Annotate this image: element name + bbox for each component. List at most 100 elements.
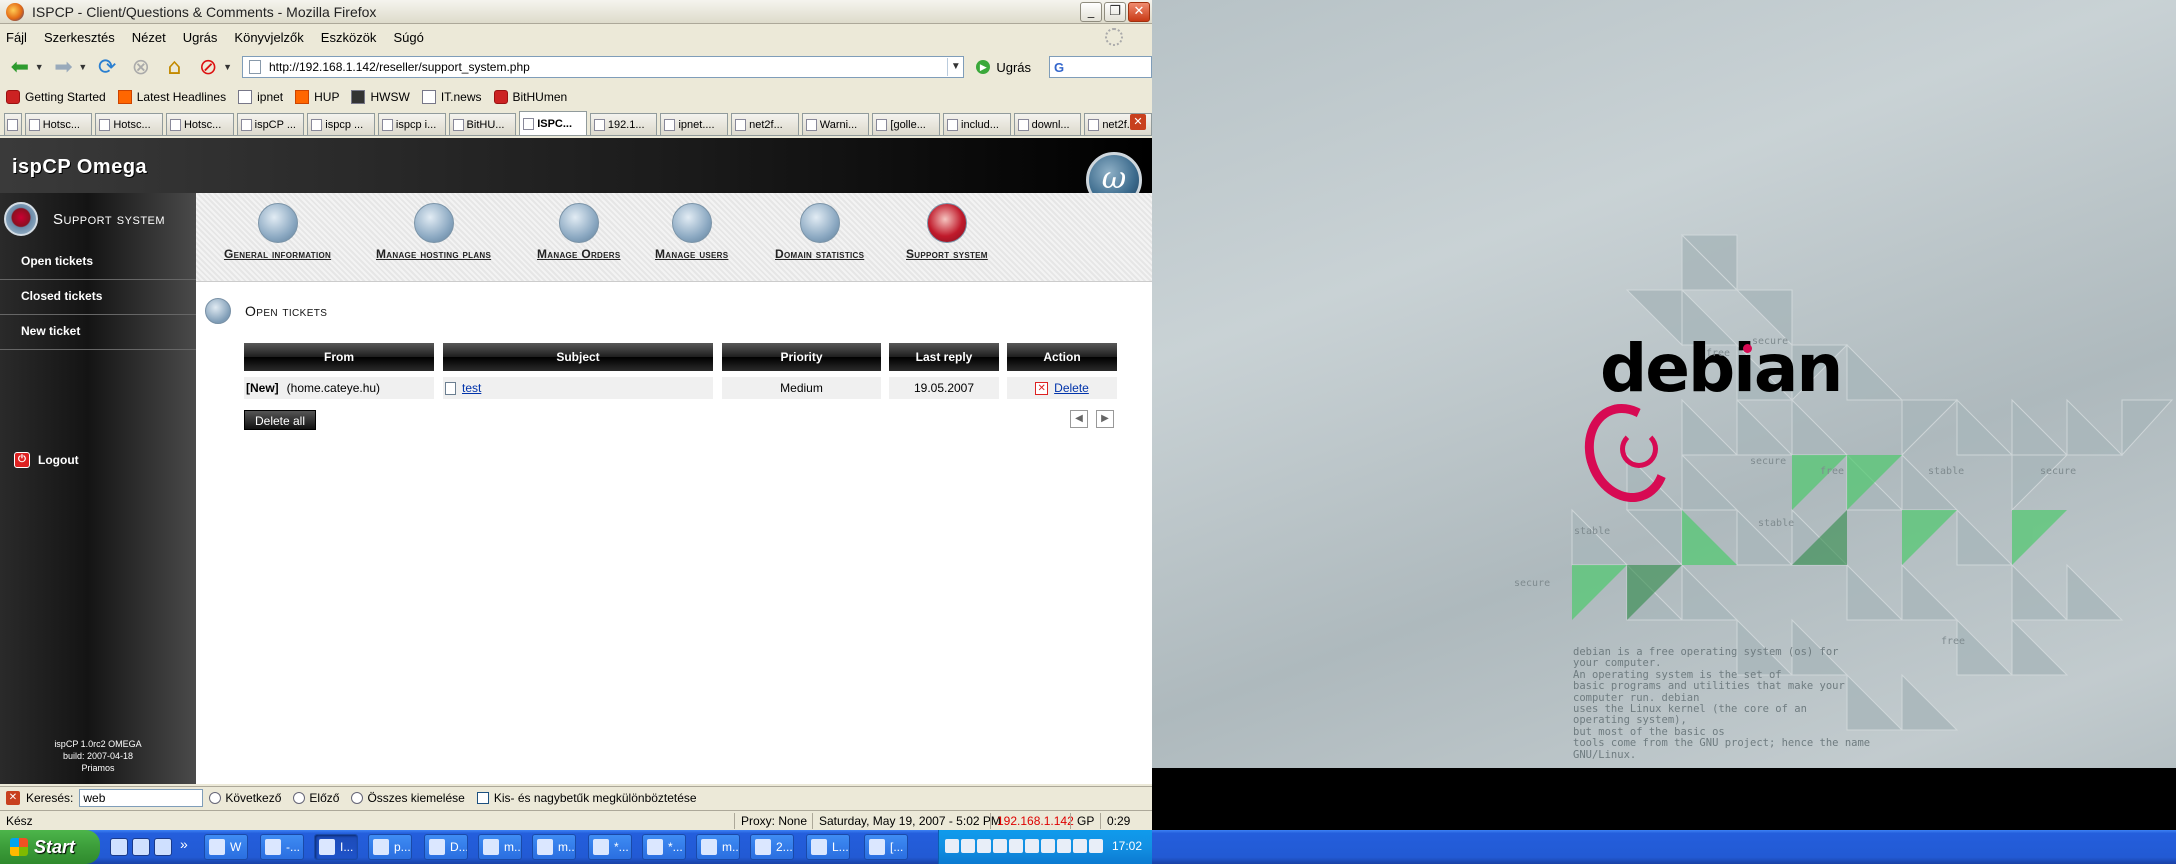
taskbar-button[interactable]: *... <box>588 834 632 860</box>
bookmark-hwsw[interactable]: HWSW <box>351 90 410 104</box>
tab-active[interactable]: ISPC... <box>519 111 587 135</box>
bookmark-itnews[interactable]: IT.news <box>421 90 482 104</box>
find-next-button[interactable]: Következő <box>209 791 281 805</box>
reload-icon[interactable]: ⟳ <box>93 53 121 81</box>
url-input[interactable]: http://192.168.1.142/reseller/support_sy… <box>269 60 947 74</box>
back-arrow-icon[interactable]: ⬅ <box>6 53 34 81</box>
forward-arrow-icon[interactable]: ➡ <box>50 53 78 81</box>
bookmark-ipnet[interactable]: ipnet <box>238 90 283 104</box>
menu-general-information[interactable]: General information <box>224 203 331 261</box>
highlight-all-button[interactable]: Összes kiemelése <box>351 791 465 805</box>
quicklaunch-firefox-icon[interactable] <box>132 838 150 856</box>
taskbar-button[interactable]: 2... <box>750 834 794 860</box>
taskbar-button[interactable]: D... <box>424 834 468 860</box>
tab[interactable]: Hotsc... <box>165 113 234 135</box>
find-input[interactable] <box>79 788 204 807</box>
menu-tools[interactable]: Eszközök <box>321 30 377 45</box>
quicklaunch-network-icon[interactable] <box>154 838 172 856</box>
logout-link[interactable]: ⏻ Logout <box>14 452 79 468</box>
close-button[interactable]: ✕ <box>1128 2 1150 22</box>
tab[interactable]: ispCP ... <box>236 113 305 135</box>
url-bar[interactable]: http://192.168.1.142/reseller/support_sy… <box>241 56 965 78</box>
taskbar-button[interactable]: W <box>204 834 248 860</box>
tab[interactable]: BitHU... <box>448 113 517 135</box>
tab[interactable]: Hotsc... <box>95 113 163 135</box>
bookmark-latest-headlines[interactable]: Latest Headlines <box>117 90 226 104</box>
taskbar-button[interactable]: -... <box>260 834 304 860</box>
taskbar-clock[interactable]: 17:02 <box>1112 839 1142 853</box>
search-input[interactable] <box>1064 60 1145 74</box>
taskbar-button[interactable]: m... <box>696 834 740 860</box>
menu-support-system[interactable]: Support system <box>906 203 988 261</box>
next-page-icon[interactable]: ▶ <box>1096 410 1114 428</box>
start-button[interactable]: Start <box>0 830 100 864</box>
tab[interactable]: Warni... <box>801 113 870 135</box>
tab-google[interactable] <box>4 113 22 135</box>
tray-app-icon[interactable] <box>1057 839 1071 853</box>
tray-network-icon[interactable] <box>977 839 991 853</box>
tray-app-icon[interactable] <box>993 839 1007 853</box>
block-dropdown-icon[interactable]: ▼ <box>223 62 232 72</box>
menu-file[interactable]: Fájl <box>6 30 27 45</box>
menu-manage-users[interactable]: Manage users <box>655 203 728 261</box>
menu-go[interactable]: Ugrás <box>183 30 218 45</box>
close-tab-icon[interactable]: ✕ <box>1130 114 1146 130</box>
back-dropdown-icon[interactable]: ▼ <box>35 62 44 72</box>
google-icon[interactable]: G <box>1054 60 1064 75</box>
taskbar-button[interactable]: p... <box>368 834 412 860</box>
url-dropdown-icon[interactable]: ▼ <box>947 58 963 76</box>
tab[interactable]: ispcp ... <box>307 113 375 135</box>
quicklaunch-ie-icon[interactable] <box>110 838 128 856</box>
delete-all-button[interactable]: Delete all <box>244 410 316 430</box>
proxy-status[interactable]: Proxy: None <box>734 813 807 829</box>
go-button[interactable]: ▶ Ugrás <box>976 60 1031 75</box>
ticket-subject-link[interactable]: test <box>462 377 481 399</box>
search-bar[interactable]: G <box>1049 56 1152 78</box>
sidebar-item-closed-tickets[interactable]: Closed tickets <box>0 281 196 315</box>
menu-edit[interactable]: Szerkesztés <box>44 30 115 45</box>
tab[interactable]: Hotsc... <box>24 113 93 135</box>
taskbar-button[interactable]: m... <box>478 834 522 860</box>
taskbar-button-active[interactable]: I... <box>314 834 358 860</box>
tab[interactable]: downl... <box>1013 113 1082 135</box>
tray-app-icon[interactable] <box>961 839 975 853</box>
bookmark-hup[interactable]: HUP <box>295 90 339 104</box>
taskbar-button[interactable]: L... <box>806 834 850 860</box>
tab[interactable]: 192.1... <box>589 113 658 135</box>
close-find-icon[interactable]: ✕ <box>6 790 20 805</box>
match-case-checkbox[interactable]: Kis- és nagybetűk megkülönböztetése <box>476 791 697 805</box>
menu-manage-hosting-plans[interactable]: Manage hosting plans <box>376 203 491 261</box>
menu-bookmarks[interactable]: Könyvjelzők <box>234 30 303 45</box>
stop-icon[interactable]: ⊗ <box>127 53 155 81</box>
find-previous-button[interactable]: Előző <box>293 791 339 805</box>
tab[interactable]: [golle... <box>872 113 941 135</box>
table-cell-subject[interactable]: test <box>443 377 713 399</box>
taskbar-button[interactable]: [... <box>864 834 908 860</box>
taskbar-button[interactable]: *... <box>642 834 686 860</box>
tab[interactable]: net2f... <box>731 113 799 135</box>
block-icon[interactable]: ⊘ <box>194 53 222 81</box>
tray-volume-icon[interactable] <box>1009 839 1023 853</box>
sidebar-item-new-ticket[interactable]: New ticket <box>0 316 196 350</box>
menu-view[interactable]: Nézet <box>132 30 166 45</box>
bookmark-getting-started[interactable]: Getting Started <box>6 90 106 104</box>
tab[interactable]: includ... <box>943 113 1011 135</box>
home-icon[interactable]: ⌂ <box>161 53 189 81</box>
tab[interactable]: ispcp i... <box>377 113 446 135</box>
delete-link[interactable]: Delete <box>1054 377 1089 399</box>
tray-app-icon[interactable] <box>1089 839 1103 853</box>
table-cell-action[interactable]: ✕ Delete <box>1007 377 1117 399</box>
tray-app-icon[interactable] <box>1025 839 1039 853</box>
tray-app-icon[interactable] <box>1073 839 1087 853</box>
tab[interactable]: ipnet.... <box>660 113 729 135</box>
menu-domain-statistics[interactable]: Domain statistics <box>775 203 864 261</box>
tray-bluetooth-icon[interactable] <box>1041 839 1055 853</box>
menu-help[interactable]: Súgó <box>393 30 423 45</box>
menu-manage-orders[interactable]: Manage Orders <box>537 203 620 261</box>
bookmark-bithumen[interactable]: BitHUmen <box>493 90 567 104</box>
maximize-button[interactable]: ❐ <box>1104 2 1126 22</box>
tray-app-icon[interactable] <box>945 839 959 853</box>
forward-dropdown-icon[interactable]: ▼ <box>78 62 87 72</box>
sidebar-item-open-tickets[interactable]: Open tickets <box>0 246 196 280</box>
previous-page-icon[interactable]: ◀ <box>1070 410 1088 428</box>
